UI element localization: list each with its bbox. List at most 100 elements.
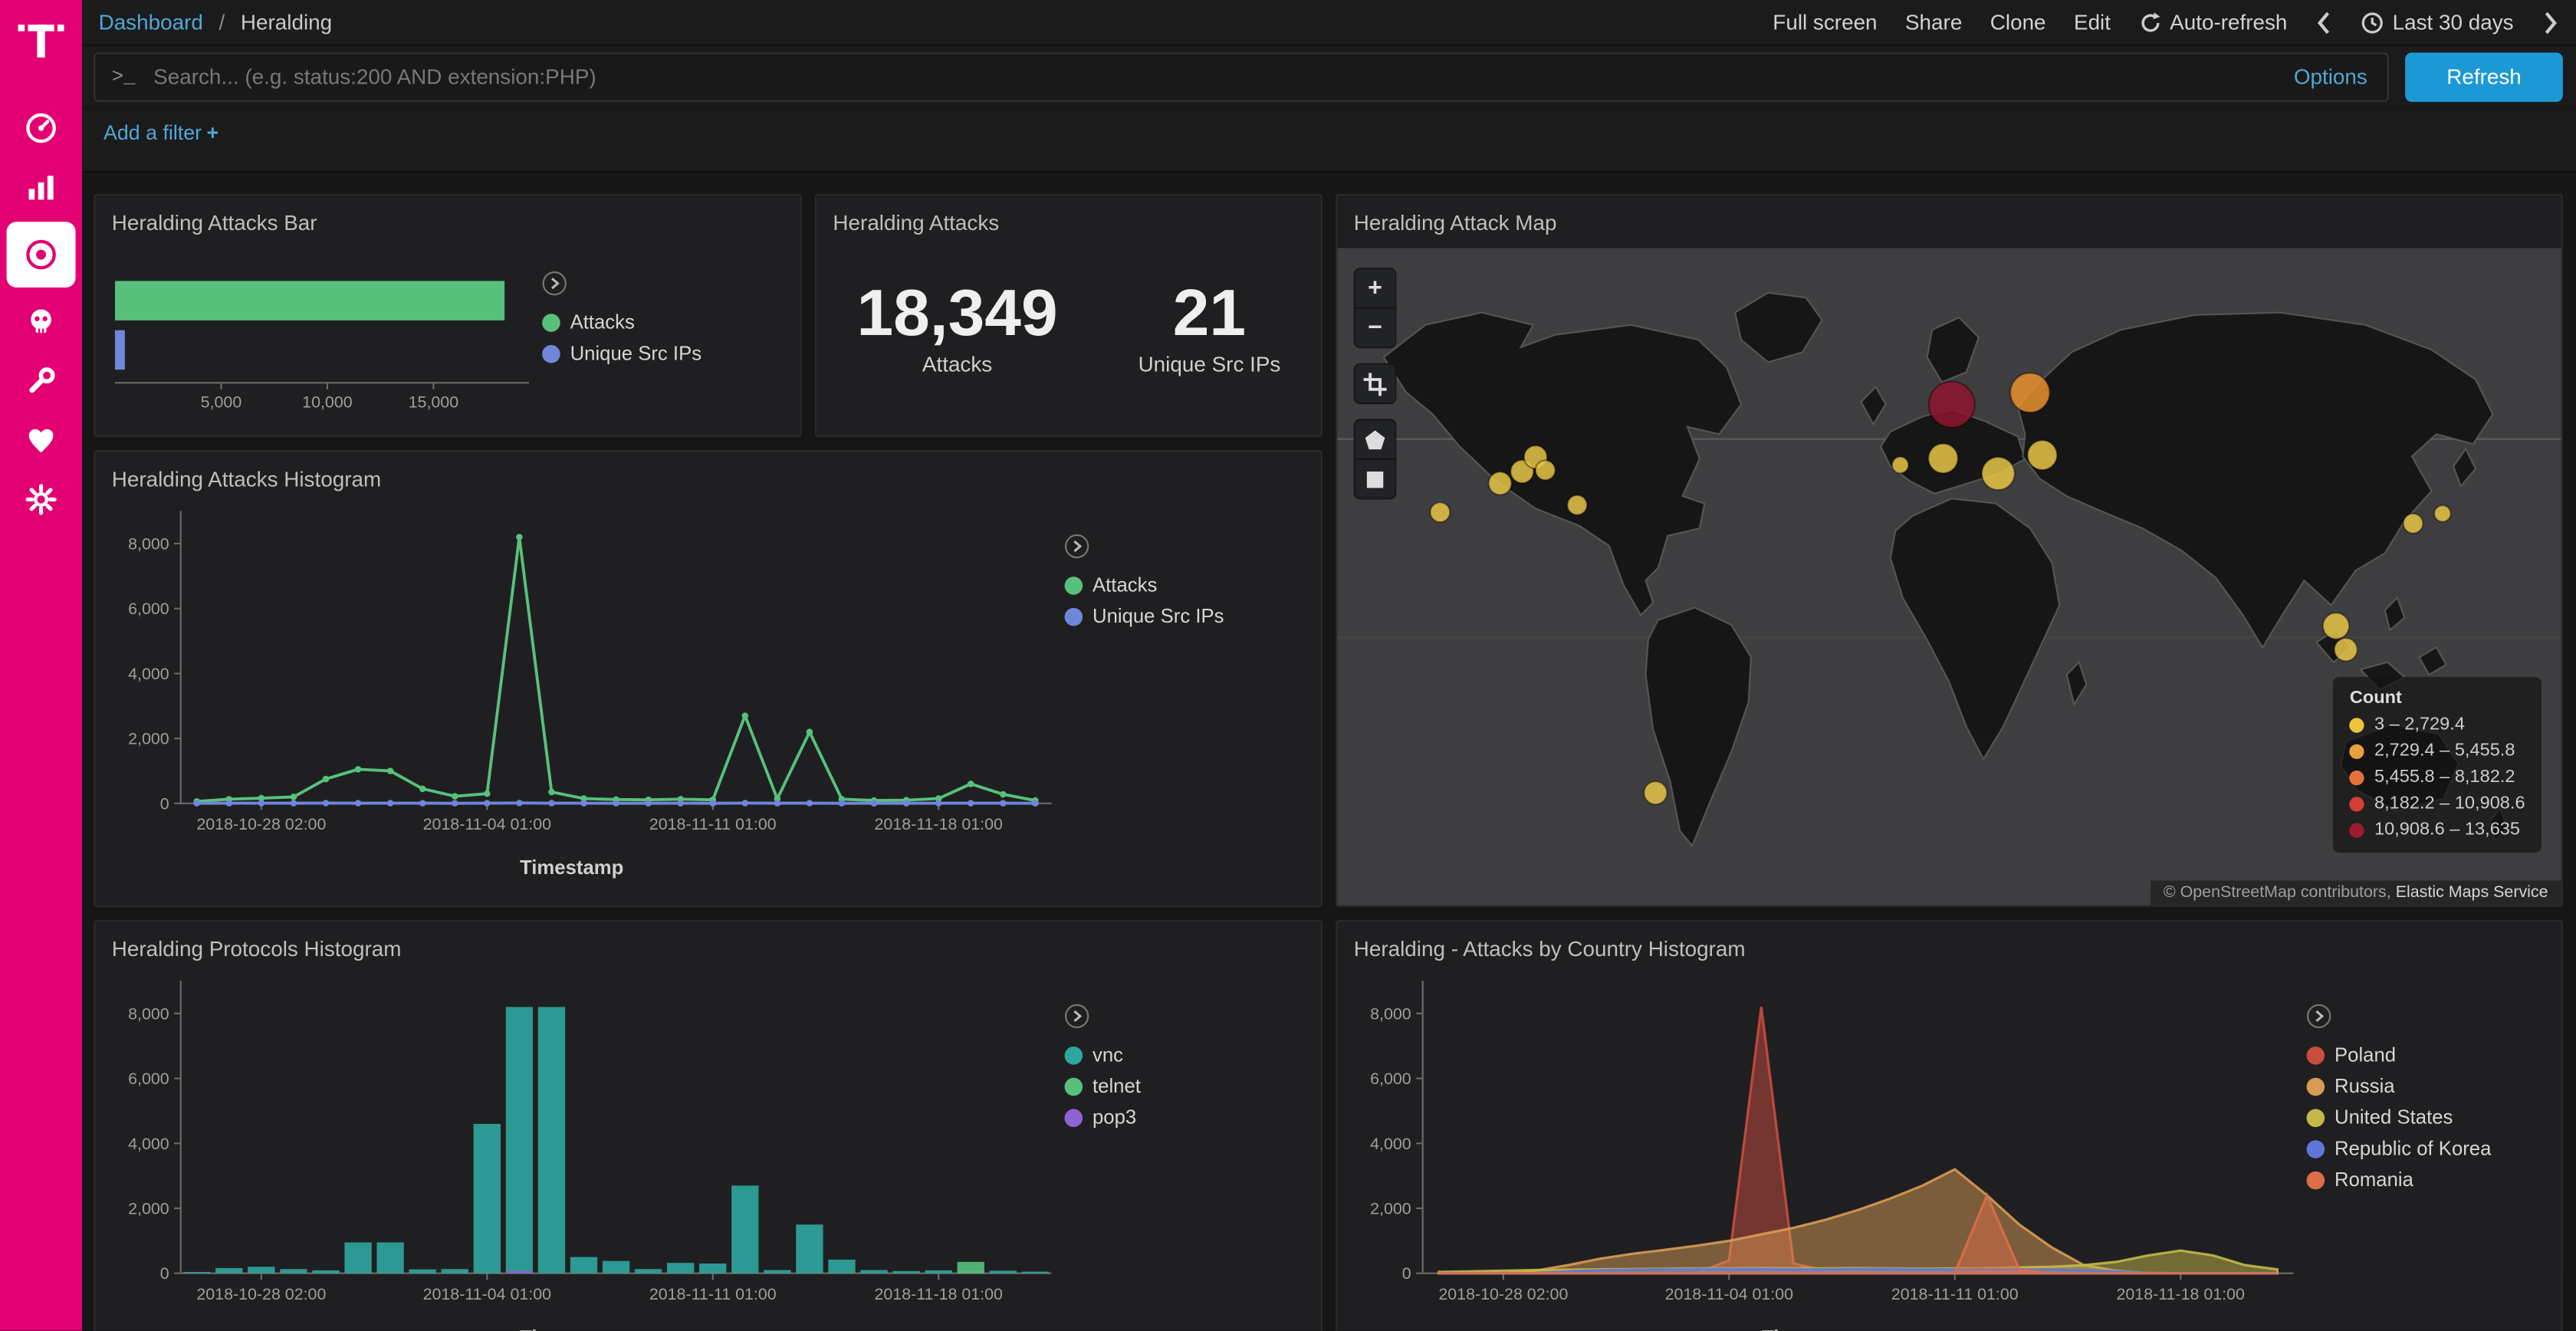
- svg-text:6,000: 6,000: [1370, 1070, 1411, 1088]
- metric-group: 18,349 Attacks 21 Unique Src IPs: [816, 245, 1321, 409]
- options-link[interactable]: Options: [2294, 64, 2371, 89]
- map-legend-title: Count: [2350, 689, 2525, 708]
- legend-item-vnc[interactable]: vnc: [1065, 1043, 1141, 1066]
- panel-title: Heralding Attacks Histogram: [95, 452, 1321, 491]
- skull-icon: [23, 304, 59, 340]
- map-draw-rectangle-button[interactable]: [1355, 458, 1395, 498]
- legend-label: Russia: [2334, 1074, 2395, 1097]
- legend-item-attacks[interactable]: Attacks: [542, 311, 702, 334]
- refresh-cycle-icon: [2138, 11, 2161, 34]
- attacks-histogram-legend: Attacks Unique Src IPs: [1065, 534, 1224, 627]
- svg-text:6,000: 6,000: [128, 600, 169, 618]
- legend-item-telnet[interactable]: telnet: [1065, 1074, 1141, 1097]
- telekom-logo[interactable]: [16, 15, 65, 72]
- time-range-control[interactable]: Last 30 days: [2361, 10, 2514, 35]
- panel-title: Heralding Attack Map: [1337, 196, 2561, 235]
- search-input-wrap[interactable]: >_ Options: [94, 52, 2389, 101]
- legend-toggle-icon[interactable]: [1065, 1004, 1141, 1034]
- map-legend-range-label: 8,182.2 – 10,908.6: [2374, 794, 2525, 813]
- sidebar-item-tools[interactable]: [7, 353, 76, 409]
- svg-text:2018-10-28 02:00: 2018-10-28 02:00: [196, 815, 326, 833]
- legend-toggle-icon[interactable]: [2307, 1004, 2492, 1034]
- panel-attack-map: Heralding Attack Map + −: [1336, 194, 2563, 907]
- panel-title: Heralding Protocols Histogram: [95, 922, 1321, 961]
- attack-map-canvas[interactable]: + − Count 3 – 2,7: [1337, 248, 2561, 905]
- x-axis-label: Timestamp: [95, 856, 1048, 879]
- sidebar-item-analytics[interactable]: [7, 159, 76, 215]
- map-legend-item: 2,729.4 – 5,455.8: [2350, 741, 2525, 761]
- legend-color-dot: [2307, 1139, 2325, 1158]
- panel-attacks-bar: Heralding Attacks Bar 5,00010,00015,000 …: [94, 194, 802, 437]
- top-menu: Full screen Share Clone Edit Auto-refres…: [1773, 9, 2559, 35]
- crop-icon: [1364, 372, 1387, 395]
- legend-item-russia[interactable]: Russia: [2307, 1074, 2492, 1097]
- legend-label: pop3: [1092, 1106, 1136, 1129]
- legend-item-romania[interactable]: Romania: [2307, 1168, 2492, 1191]
- telekom-t-icon: [16, 15, 65, 64]
- svg-text:2018-11-11 01:00: 2018-11-11 01:00: [1891, 1285, 2019, 1303]
- menu-share[interactable]: Share: [1905, 10, 1962, 35]
- x-axis-label: Timestamp: [95, 1326, 1048, 1330]
- protocols-histogram-chart[interactable]: 02,0004,0006,0008,0002018-10-28 02:00201…: [108, 965, 1061, 1323]
- auto-refresh-control[interactable]: Auto-refresh: [2138, 10, 2287, 35]
- sidebar-item-health[interactable]: [7, 412, 76, 468]
- legend-item-attacks[interactable]: Attacks: [1065, 573, 1224, 596]
- legend-label: telnet: [1092, 1074, 1141, 1097]
- legend-item-pop3[interactable]: pop3: [1065, 1106, 1141, 1129]
- time-back-button[interactable]: [2315, 9, 2334, 35]
- country-histogram-chart[interactable]: 02,0004,0006,0008,0002018-10-28 02:00201…: [1350, 965, 2303, 1323]
- target-icon: [23, 237, 59, 273]
- legend-color-dot: [2307, 1046, 2325, 1064]
- svg-text:6,000: 6,000: [128, 1070, 169, 1088]
- metric-label: Attacks: [856, 351, 1057, 376]
- map-legend-color-dot: [2350, 796, 2364, 810]
- menu-full-screen[interactable]: Full screen: [1773, 10, 1877, 35]
- attacks-bar-chart[interactable]: 5,00010,00015,000: [105, 258, 542, 429]
- osm-attribution-link[interactable]: © OpenStreetMap contributors,: [2164, 884, 2391, 902]
- legend-label: Republic of Korea: [2334, 1137, 2491, 1160]
- sidebar-item-dashboard[interactable]: [7, 100, 76, 156]
- attacks-bar-legend: Attacks Unique Src IPs: [542, 271, 702, 365]
- sidebar-item-attack-map[interactable]: [7, 222, 76, 288]
- legend-item-poland[interactable]: Poland: [2307, 1043, 2492, 1066]
- map-draw-polygon-button[interactable]: [1355, 421, 1395, 458]
- map-legend-color-dot: [2350, 744, 2364, 758]
- refresh-button[interactable]: Refresh: [2405, 52, 2563, 101]
- metric-attacks: 18,349 Attacks: [856, 278, 1057, 375]
- legend-item-united-states[interactable]: United States: [2307, 1106, 2492, 1129]
- map-legend-color-dot: [2350, 717, 2364, 731]
- gear-icon: [23, 481, 59, 518]
- legend-item-unique-src-ips[interactable]: Unique Src IPs: [1065, 605, 1224, 628]
- svg-text:2,000: 2,000: [128, 1199, 169, 1218]
- legend-toggle-icon[interactable]: [542, 271, 702, 301]
- map-legend-range-label: 5,455.8 – 8,182.2: [2374, 767, 2515, 787]
- plus-icon: +: [206, 122, 219, 145]
- legend-color-dot: [1065, 1046, 1083, 1064]
- breadcrumb: Dashboard / Heralding: [99, 10, 333, 35]
- menu-edit[interactable]: Edit: [2074, 10, 2111, 35]
- time-forward-button[interactable]: [2542, 9, 2560, 35]
- search-input[interactable]: [150, 62, 2279, 90]
- legend-toggle-icon[interactable]: [1065, 534, 1224, 564]
- legend-item-unique-src-ips[interactable]: Unique Src IPs: [542, 342, 702, 365]
- breadcrumb-dashboard-link[interactable]: Dashboard: [99, 10, 203, 35]
- svg-text:2,000: 2,000: [128, 730, 169, 748]
- svg-text:4,000: 4,000: [1370, 1135, 1411, 1153]
- legend-label: Poland: [2334, 1043, 2396, 1066]
- legend-item-republic-of-korea[interactable]: Republic of Korea: [2307, 1137, 2492, 1160]
- map-zoom-in-button[interactable]: +: [1355, 269, 1395, 307]
- svg-text:2018-11-04 01:00: 2018-11-04 01:00: [423, 1285, 552, 1303]
- bar-chart-icon: [23, 169, 59, 205]
- panel-title: Heralding Attacks Bar: [95, 196, 800, 235]
- map-zoom-out-button[interactable]: −: [1355, 307, 1395, 347]
- chevron-left-icon: [2315, 9, 2334, 35]
- add-filter-link[interactable]: Add a filter+: [104, 122, 219, 145]
- legend-color-dot: [542, 313, 560, 331]
- svg-text:2018-11-18 01:00: 2018-11-18 01:00: [2116, 1285, 2245, 1303]
- attacks-histogram-chart[interactable]: 02,0004,0006,0008,0002018-10-28 02:00201…: [108, 495, 1061, 853]
- map-fit-bounds-button[interactable]: [1355, 365, 1395, 403]
- speedometer-icon: [23, 110, 59, 146]
- menu-clone[interactable]: Clone: [1990, 10, 2046, 35]
- sidebar-item-threats[interactable]: [7, 294, 76, 350]
- sidebar-item-settings[interactable]: [7, 472, 76, 527]
